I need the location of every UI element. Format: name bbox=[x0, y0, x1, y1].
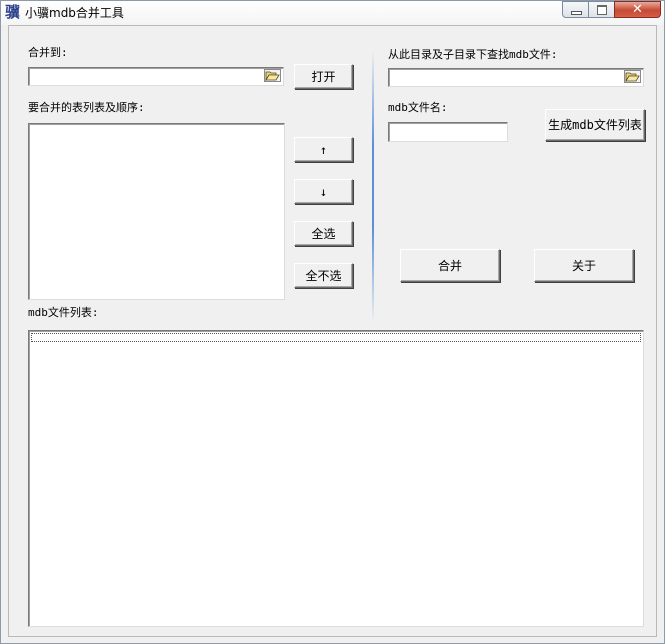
merge-button[interactable]: 合并 bbox=[400, 249, 500, 282]
search-dir-browse-button[interactable] bbox=[624, 70, 641, 83]
folder-open-icon bbox=[625, 72, 640, 82]
close-button[interactable]: ✕ bbox=[614, 1, 661, 18]
generate-list-button[interactable]: 生成mdb文件列表 bbox=[545, 109, 645, 141]
close-icon: ✕ bbox=[632, 2, 643, 17]
list-focus-row bbox=[31, 333, 641, 342]
search-dir-label: 从此目录及子目录下查找mdb文件: bbox=[388, 48, 558, 61]
mdb-name-input[interactable] bbox=[388, 122, 508, 142]
tables-listbox[interactable] bbox=[28, 123, 285, 300]
about-button[interactable]: 关于 bbox=[534, 249, 634, 282]
tables-list-label: 要合并的表列表及顺序: bbox=[28, 101, 145, 114]
mdb-name-label: mdb文件名: bbox=[388, 101, 448, 114]
client-area: 合并到: 打开 要合并的表列表及顺序: ↑ ↓ 全选 全不选 从此目录及子目录下… bbox=[8, 25, 657, 637]
mdb-file-listbox[interactable] bbox=[28, 330, 644, 627]
select-none-button[interactable]: 全不选 bbox=[294, 263, 353, 288]
window-title: 小骥mdb合并工具 bbox=[25, 6, 124, 20]
minimize-icon bbox=[571, 11, 582, 15]
folder-open-icon bbox=[265, 71, 280, 81]
column-divider bbox=[372, 51, 374, 323]
open-button[interactable]: 打开 bbox=[294, 64, 353, 89]
mdb-list-label: mdb文件列表: bbox=[28, 306, 99, 319]
merge-to-label: 合并到: bbox=[28, 46, 68, 59]
move-down-button[interactable]: ↓ bbox=[294, 179, 353, 204]
merge-to-input[interactable] bbox=[28, 67, 284, 86]
maximize-button[interactable] bbox=[588, 1, 615, 18]
minimize-button[interactable] bbox=[562, 1, 589, 18]
select-all-button[interactable]: 全选 bbox=[294, 221, 353, 246]
search-dir-input[interactable] bbox=[388, 68, 644, 87]
merge-to-browse-button[interactable] bbox=[264, 69, 281, 82]
app-logo-icon: 骥 bbox=[5, 3, 21, 21]
maximize-icon bbox=[597, 5, 607, 15]
move-up-button[interactable]: ↑ bbox=[294, 137, 353, 162]
main-window: 骥 小骥mdb合并工具 ✕ 合并到: 打开 要合并的表列表及顺序: ↑ ↓ 全选… bbox=[0, 0, 665, 644]
title-bar[interactable]: 骥 小骥mdb合并工具 ✕ bbox=[1, 1, 664, 25]
